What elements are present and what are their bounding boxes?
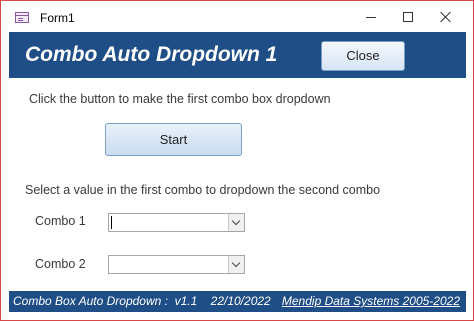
instruction-combo: Select a value in the first combo to dro… [25, 183, 381, 197]
minimize-icon [366, 16, 376, 18]
form-footer: Combo Box Auto Dropdown : v1.1 22/10/202… [9, 291, 466, 312]
combo1-label: Combo 1 [35, 214, 86, 228]
company-link[interactable]: Mendip Data Systems 2005-2022 [282, 294, 460, 308]
page-title: Combo Auto Dropdown 1 [25, 43, 278, 66]
version-text: Combo Box Auto Dropdown : v1.1 22/10/202… [13, 294, 271, 308]
instruction-start: Click the button to make the first combo… [29, 92, 331, 106]
maximize-button[interactable] [394, 6, 422, 28]
combo2-select[interactable] [108, 255, 245, 274]
text-caret [111, 216, 112, 229]
close-button[interactable]: Close [321, 41, 405, 71]
title-bar[interactable]: Form1 [1, 1, 473, 31]
maximize-icon [403, 12, 413, 22]
combo1-select[interactable] [108, 213, 245, 232]
combo2-label: Combo 2 [35, 257, 86, 271]
form-window: Form1 Combo Auto Dropdown 1 Close Click … [0, 0, 474, 321]
form-header: Combo Auto Dropdown 1 Close [9, 32, 466, 78]
access-form-icon [15, 12, 29, 23]
close-icon [440, 11, 452, 23]
chevron-down-icon[interactable] [228, 256, 244, 273]
minimize-button[interactable] [357, 6, 385, 28]
window-close-button[interactable] [432, 6, 460, 28]
window-title: Form1 [40, 11, 75, 25]
chevron-down-icon[interactable] [228, 214, 244, 231]
start-button[interactable]: Start [105, 123, 242, 156]
